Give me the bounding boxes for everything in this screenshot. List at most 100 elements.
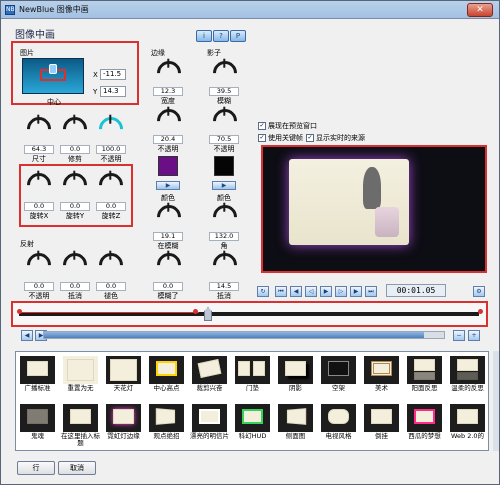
- preset-tile[interactable]: 观点绝招: [147, 402, 186, 448]
- crop-value[interactable]: 0.0: [60, 145, 90, 154]
- shadow-offset-knob[interactable]: [208, 248, 242, 282]
- go-end-button[interactable]: ⏭: [365, 286, 377, 297]
- border-color-picker-button[interactable]: ▶: [156, 181, 180, 190]
- shadow-angle-knob[interactable]: [208, 200, 242, 234]
- cancel-button[interactable]: 取消: [58, 461, 96, 475]
- shadow-opacity-knob[interactable]: [208, 104, 242, 138]
- preset-tile[interactable]: 重置为无: [61, 354, 100, 400]
- border-blur-value[interactable]: 19.1: [153, 232, 183, 241]
- preset-thumbnail[interactable]: [278, 404, 313, 432]
- border-width-value[interactable]: 12.3: [153, 87, 183, 96]
- preset-thumbnail[interactable]: [149, 404, 184, 432]
- prev-keyframe-button[interactable]: ◀: [290, 286, 302, 297]
- shadow-blur-knob[interactable]: [208, 56, 242, 90]
- option-realtime-source[interactable]: ✓ 显示实时的来源: [306, 133, 365, 143]
- play-button[interactable]: ▶: [320, 286, 332, 297]
- preset-button[interactable]: P: [230, 30, 246, 42]
- keyframe-marker-icon[interactable]: [193, 309, 198, 314]
- shadow-color-picker-button[interactable]: ▶: [212, 181, 236, 190]
- preset-tile[interactable]: 美术: [362, 354, 401, 400]
- preset-tile[interactable]: 裁剪兴奋: [190, 354, 229, 400]
- preset-thumbnail[interactable]: [321, 356, 356, 384]
- preset-tile[interactable]: 电视风格: [319, 402, 358, 448]
- preset-thumbnail[interactable]: [20, 404, 55, 432]
- zoom-in-button[interactable]: +: [468, 330, 480, 341]
- shadow-offset-value[interactable]: 14.5: [209, 282, 239, 291]
- shadow-color-swatch[interactable]: [214, 156, 234, 176]
- preset-thumbnail[interactable]: [192, 356, 227, 384]
- preset-thumbnail[interactable]: [149, 356, 184, 384]
- border-blurred-knob[interactable]: [152, 248, 186, 282]
- preset-tile[interactable]: 漂亮的明信片: [190, 402, 229, 448]
- scroll-left-button[interactable]: ◀: [21, 330, 33, 341]
- preset-thumbnail[interactable]: [407, 356, 442, 384]
- border-blur-knob[interactable]: [152, 200, 186, 234]
- opacity-value[interactable]: 100.0: [96, 145, 126, 154]
- preset-tile[interactable]: 科幻HUD: [233, 402, 272, 448]
- go-start-button[interactable]: ⏮: [275, 286, 287, 297]
- rotate-x-value[interactable]: 0.0: [24, 202, 54, 211]
- preset-tile[interactable]: 倒挂: [362, 402, 401, 448]
- preset-tile[interactable]: 阴影: [276, 354, 315, 400]
- option-preview-window[interactable]: ✓ 展现在预览窗口: [258, 121, 317, 131]
- preset-thumbnail[interactable]: [450, 356, 485, 384]
- reflection-fade-knob[interactable]: [94, 248, 128, 282]
- picture-preview[interactable]: [22, 58, 84, 94]
- preset-tile[interactable]: 中心高点: [147, 354, 186, 400]
- shadow-blur-value[interactable]: 39.5: [209, 87, 239, 96]
- scroll-thumb[interactable]: [44, 332, 424, 338]
- x-input[interactable]: -11.5: [100, 69, 126, 80]
- keyframe-marker-icon[interactable]: [478, 309, 483, 314]
- preset-tile[interactable]: 广播标准: [18, 354, 57, 400]
- settings-icon[interactable]: ⚙: [473, 286, 485, 297]
- preset-tile[interactable]: 天花灯: [104, 354, 143, 400]
- preset-thumbnail[interactable]: [20, 356, 55, 384]
- preset-thumbnail[interactable]: [450, 404, 485, 432]
- next-keyframe-button[interactable]: ▶: [350, 286, 362, 297]
- preset-thumbnail[interactable]: [63, 404, 98, 432]
- preset-tile[interactable]: 侧面图: [276, 402, 315, 448]
- preset-thumbnail[interactable]: [106, 404, 141, 432]
- gallery-scrollbar[interactable]: [493, 351, 499, 451]
- preset-thumbnail[interactable]: [235, 356, 270, 384]
- preset-thumbnail[interactable]: [278, 356, 313, 384]
- preset-tile[interactable]: 西瓜的梦想: [405, 402, 444, 448]
- preset-tile[interactable]: 鬼魂: [18, 402, 57, 448]
- border-width-knob[interactable]: [152, 56, 186, 90]
- preset-tile[interactable]: 温柔的反思: [448, 354, 487, 400]
- reflection-fade-value[interactable]: 0.0: [96, 282, 126, 291]
- preset-thumbnail[interactable]: [364, 404, 399, 432]
- preset-thumbnail[interactable]: [63, 356, 98, 384]
- preset-tile[interactable]: Web 2.0的: [448, 402, 487, 448]
- checkbox-icon[interactable]: ✓: [258, 134, 266, 142]
- crop-knob[interactable]: [58, 112, 92, 146]
- preset-tile[interactable]: 阳面反思: [405, 354, 444, 400]
- step-back-button[interactable]: ◁: [305, 286, 317, 297]
- loop-button[interactable]: ↻: [257, 286, 269, 297]
- preset-thumbnail[interactable]: [192, 404, 227, 432]
- border-blurred-value[interactable]: 0.0: [153, 282, 183, 291]
- preset-tile[interactable]: 在这里插入标题: [61, 402, 100, 448]
- y-input[interactable]: 14.3: [100, 86, 126, 97]
- close-button[interactable]: ✕: [467, 3, 493, 17]
- timeline-scrollbar[interactable]: [43, 331, 445, 339]
- reflection-opacity-knob[interactable]: [22, 248, 56, 282]
- info-button[interactable]: i: [196, 30, 212, 42]
- preset-tile[interactable]: 霓虹灯边缘: [104, 402, 143, 448]
- rotate-y-value[interactable]: 0.0: [60, 202, 90, 211]
- option-keyframes[interactable]: ✓ 使用关键帧: [258, 133, 303, 143]
- reflection-offset-knob[interactable]: [58, 248, 92, 282]
- opacity-knob[interactable]: [94, 112, 128, 146]
- timeline[interactable]: [11, 301, 488, 327]
- rotate-z-value[interactable]: 0.0: [96, 202, 126, 211]
- preset-tile[interactable]: 空架: [319, 354, 358, 400]
- border-opacity-value[interactable]: 20.4: [153, 135, 183, 144]
- preset-thumbnail[interactable]: [407, 404, 442, 432]
- help-button[interactable]: ?: [213, 30, 229, 42]
- checkbox-icon[interactable]: ✓: [258, 122, 266, 130]
- shadow-angle-value[interactable]: 132.0: [209, 232, 239, 241]
- reflection-offset-value[interactable]: 0.0: [60, 282, 90, 291]
- border-color-swatch[interactable]: [158, 156, 178, 176]
- preset-thumbnail[interactable]: [321, 404, 356, 432]
- shadow-opacity-value[interactable]: 70.5: [209, 135, 239, 144]
